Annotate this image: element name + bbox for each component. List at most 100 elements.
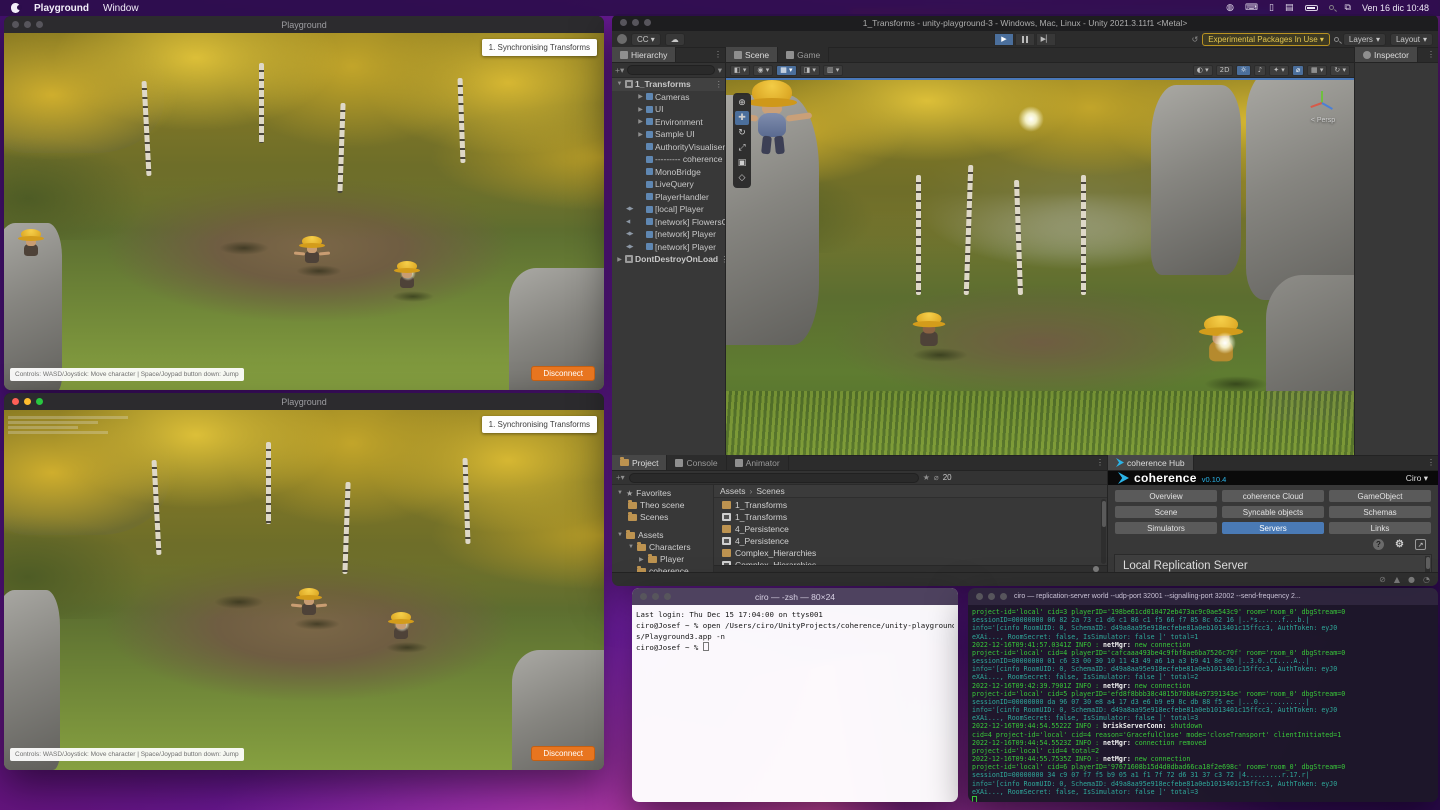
terminal-content[interactable]: Last login: Thu Dec 15 17:04:00 on ttys0… xyxy=(632,605,958,657)
hierarchy-row[interactable]: ▶ Environment xyxy=(612,116,725,129)
hierarchy-row[interactable]: ◀▶ [network] Player xyxy=(612,241,725,254)
create-menu-button[interactable]: +▾ xyxy=(616,473,625,482)
orientation-gizmo[interactable]: < Persp xyxy=(1306,90,1340,124)
undo-history-icon[interactable]: ↺ xyxy=(1192,35,1199,44)
menu-app-name[interactable]: Playground xyxy=(34,3,89,14)
favorites-filter-icon[interactable]: ★ xyxy=(923,473,930,482)
file-row[interactable]: 4_Persistence xyxy=(722,523,1107,535)
layers-dropdown[interactable]: Layers ▾ xyxy=(1343,33,1386,46)
close-button[interactable] xyxy=(620,19,627,26)
hierarchy-row[interactable]: --------- coherence xyxy=(612,153,725,166)
close-button[interactable] xyxy=(976,593,983,600)
hierarchy-row[interactable]: MonoBridge xyxy=(612,166,725,179)
scene-viewport[interactable]: ⊕ ✚ ↻ ⤢ ▣ ◇ < Persp xyxy=(726,78,1354,455)
hub-button[interactable]: Schemas xyxy=(1329,506,1431,518)
terminal-content[interactable]: project-id='local' cid=3 playerID='198be… xyxy=(968,605,1438,802)
row-menu-icon[interactable]: ⋮ xyxy=(720,254,725,265)
rect-tool-icon[interactable]: ▣ xyxy=(735,156,749,170)
help-icon[interactable]: ? xyxy=(1373,539,1384,550)
tab-coherence-hub[interactable]: coherence Hub xyxy=(1108,455,1194,470)
project-search-input[interactable] xyxy=(629,473,919,483)
apple-menu-icon[interactable] xyxy=(11,3,20,13)
hidden-count-icon[interactable]: ⌀ xyxy=(934,473,939,482)
account-dropdown[interactable]: Ciro ▾ xyxy=(1406,473,1428,484)
panel-menu-icon[interactable]: ⋮ xyxy=(1427,50,1435,59)
step-button[interactable]: ▶▏ xyxy=(1036,33,1056,46)
hub-button[interactable]: Links xyxy=(1329,522,1431,534)
console-error-icon[interactable]: ⊘ xyxy=(1379,575,1386,584)
grid-dropdown[interactable]: ▦ ▾ xyxy=(1307,65,1327,76)
stage-manager-icon[interactable]: ▤ xyxy=(1285,3,1294,13)
file-row[interactable]: Complex_Hierarchies xyxy=(722,547,1107,559)
file-row[interactable]: 1_Transforms xyxy=(722,499,1107,511)
account-avatar-icon[interactable] xyxy=(617,34,627,44)
zoom-button[interactable] xyxy=(36,21,43,28)
battery-icon[interactable] xyxy=(1305,5,1318,11)
scale-tool-icon[interactable]: ⤢ xyxy=(735,141,749,155)
hub-button[interactable]: coherence Cloud xyxy=(1222,490,1324,502)
hidden-objects-icon[interactable]: ⌀ xyxy=(1292,65,1304,76)
hierarchy-row[interactable]: ▶ Cameras xyxy=(612,91,725,104)
minimize-button[interactable] xyxy=(632,19,639,26)
hub-button[interactable]: GameObject xyxy=(1329,490,1431,502)
tab-game[interactable]: Game xyxy=(778,47,829,62)
console-warning-icon[interactable]: ▲ xyxy=(1394,575,1400,584)
window-title-bar[interactable]: Playground xyxy=(4,393,604,410)
spotlight-search-icon[interactable] xyxy=(1329,3,1334,13)
gear-icon[interactable]: ⚙ xyxy=(1394,539,1405,550)
minimize-button[interactable] xyxy=(988,593,995,600)
tab-scene[interactable]: Scene xyxy=(726,47,778,62)
hierarchy-row[interactable]: ◀▶ [network] Player xyxy=(612,228,725,241)
hub-button[interactable]: Scene xyxy=(1115,506,1217,518)
unity-title-bar[interactable]: 1_Transforms - unity-playground-3 - Wind… xyxy=(612,14,1438,31)
menu-window[interactable]: Window xyxy=(103,3,139,14)
hierarchy-row[interactable]: LiveQuery xyxy=(612,178,725,191)
panel-menu-icon[interactable]: ⋮ xyxy=(714,50,722,59)
zoom-button[interactable] xyxy=(664,593,671,600)
search-icon[interactable] xyxy=(1334,35,1339,44)
folder-row[interactable]: ▼ Characters xyxy=(612,541,713,553)
zoom-button[interactable] xyxy=(36,398,43,405)
progress-spinner-icon[interactable]: ◔ xyxy=(1423,575,1430,584)
debug-dropdown[interactable]: ◨ ▾ xyxy=(800,65,820,76)
terminal-title-bar[interactable]: ciro — -zsh — 80×24 xyxy=(632,588,958,605)
play-button[interactable]: ▶ xyxy=(994,33,1014,46)
rotate-tool-icon[interactable]: ↻ xyxy=(735,126,749,140)
cloud-button[interactable]: ☁ xyxy=(665,33,685,46)
close-button[interactable] xyxy=(640,593,647,600)
hierarchy-row[interactable]: ▶ Sample UI xyxy=(612,128,725,141)
folder-row[interactable]: ▶ Player xyxy=(612,553,713,565)
disconnect-button[interactable]: Disconnect xyxy=(531,366,595,381)
console-info-icon[interactable]: ● xyxy=(1408,575,1415,584)
assets-header[interactable]: ▼ Assets xyxy=(612,529,713,541)
component-dropdown[interactable]: ↻ ▾ xyxy=(1330,65,1350,76)
menu-clock[interactable]: Ven 16 dic 10:48 xyxy=(1362,3,1429,13)
layout-dropdown[interactable]: Layout ▾ xyxy=(1390,33,1433,46)
effects-dropdown[interactable]: ✦ ▾ xyxy=(1269,65,1289,76)
minimize-button[interactable] xyxy=(24,398,31,405)
experimental-packages-dropdown[interactable]: Experimental Packages In Use ▾ xyxy=(1202,33,1330,46)
shaded-dropdown[interactable]: ▦ ▾ xyxy=(776,65,796,76)
hub-button[interactable]: Simulators xyxy=(1115,522,1217,534)
zoom-button[interactable] xyxy=(1000,593,1007,600)
account-dropdown[interactable]: CC ▾ xyxy=(631,33,661,46)
hub-button[interactable]: Servers xyxy=(1222,522,1324,534)
persp-label[interactable]: < Persp xyxy=(1306,117,1340,124)
bluetooth-icon[interactable]: ▯ xyxy=(1269,3,1274,13)
create-menu-button[interactable]: +▾ xyxy=(615,65,624,76)
window-title-bar[interactable]: Playground xyxy=(4,16,604,33)
breadcrumb-scenes[interactable]: Scenes xyxy=(756,486,784,496)
files-scrollbar[interactable] xyxy=(1101,499,1106,564)
row-menu-icon[interactable]: ⋮ xyxy=(715,79,726,90)
display-icon[interactable]: ◍ xyxy=(1226,3,1234,13)
hierarchy-row[interactable]: ◀ [network] FlowersCo xyxy=(612,216,725,229)
tab-animator[interactable]: Animator xyxy=(727,455,789,470)
minimize-button[interactable] xyxy=(652,593,659,600)
transform-tool-icon[interactable]: ◇ xyxy=(735,171,749,185)
render-mode-dropdown[interactable]: ◐ ▾ xyxy=(1193,65,1213,76)
hierarchy-row-dontdestroy[interactable]: ▶ DontDestroyOnLoad ⋮ xyxy=(612,253,725,266)
close-button[interactable] xyxy=(12,21,19,28)
hub-button[interactable]: Overview xyxy=(1115,490,1217,502)
hierarchy-row[interactable]: ▶ UI xyxy=(612,103,725,116)
2d-toggle[interactable]: 2D xyxy=(1216,65,1234,76)
